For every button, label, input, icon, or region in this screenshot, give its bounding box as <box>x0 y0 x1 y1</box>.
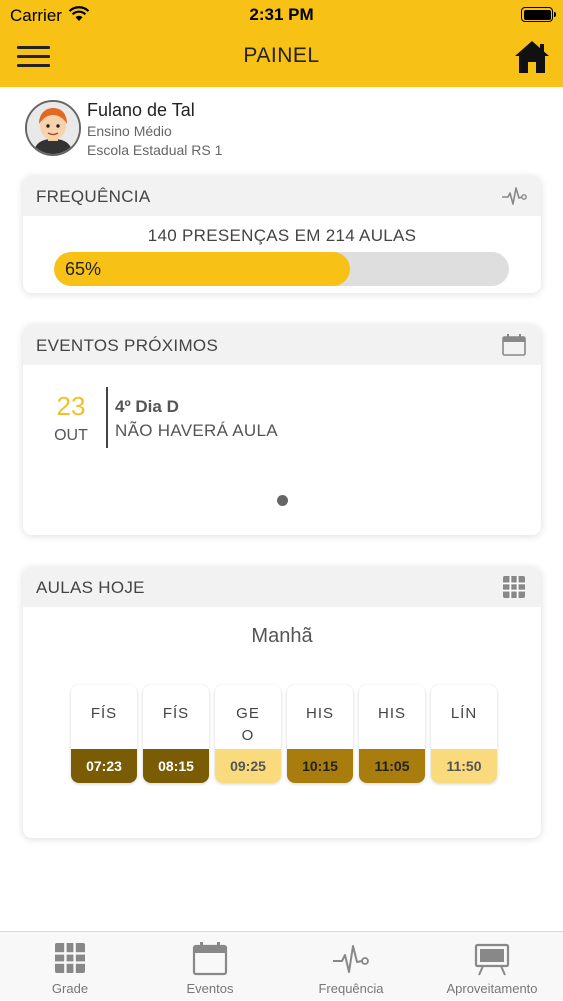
class-subject-line1: HIS <box>377 705 406 722</box>
class-subject: FÍS <box>143 703 209 725</box>
classes-card-title: AULAS HOJE <box>36 578 145 597</box>
user-level: Ensino Médio <box>87 123 172 139</box>
class-card[interactable]: LÍN 11:50 <box>431 685 497 783</box>
class-time: 11:50 <box>431 749 497 783</box>
page-indicator-dot[interactable] <box>277 495 288 506</box>
user-name: Fulano de Tal <box>87 100 195 120</box>
tab-aproveitamento[interactable]: Aproveitamento <box>422 932 562 1001</box>
events-card-title: EVENTOS PRÓXIMOS <box>36 336 219 355</box>
heartbeat-icon <box>502 187 527 205</box>
class-time: 11:05 <box>359 749 425 783</box>
class-card[interactable]: HIS 10:15 <box>287 685 353 783</box>
tab-frequencia[interactable]: Frequência <box>281 932 421 1001</box>
class-time: 09:25 <box>215 749 281 783</box>
class-subject-line1: HIS <box>305 705 334 722</box>
frequency-card-title: FREQUÊNCIA <box>36 187 151 206</box>
status-bar: Carrier 2:31 PM <box>0 0 563 30</box>
classes-today-card[interactable]: AULAS HOJE Manhã FÍS 07:23 FÍS 08:15 GE … <box>23 567 541 838</box>
event-month: OUT <box>54 427 88 444</box>
class-subject-line1: FÍS <box>90 705 118 722</box>
class-subject-line1: FÍS <box>162 705 190 722</box>
class-time: 08:15 <box>143 749 209 783</box>
presentation-board-icon <box>474 943 510 976</box>
tab-grade[interactable]: Grade <box>0 932 140 1001</box>
class-time: 07:23 <box>71 749 137 783</box>
grid-icon <box>503 576 525 598</box>
tab-aproveitamento-label: Aproveitamento <box>446 981 538 996</box>
frequency-progress-bar: 65% <box>54 252 509 286</box>
calendar-icon <box>502 334 526 356</box>
heartbeat-icon <box>333 945 369 973</box>
avatar[interactable] <box>25 100 81 156</box>
calendar-icon <box>192 942 228 976</box>
event-description: NÃO HAVERÁ AULA <box>115 421 278 440</box>
events-card[interactable]: EVENTOS PRÓXIMOS 23 OUT 4º Dia D NÃO HAV… <box>23 325 541 535</box>
classes-card-header: AULAS HOJE <box>23 567 541 607</box>
class-subject-line1: LÍN <box>450 705 478 722</box>
class-card[interactable]: HIS 11:05 <box>359 685 425 783</box>
class-subject-line2: O <box>241 727 255 744</box>
battery-icon <box>521 7 556 22</box>
clock: 2:31 PM <box>249 5 314 24</box>
class-subject: GE O <box>215 703 281 747</box>
event-divider <box>106 387 108 448</box>
grid-icon <box>55 943 85 973</box>
nav-bar: PAINEL <box>0 30 563 87</box>
class-card[interactable]: FÍS 08:15 <box>143 685 209 783</box>
user-profile: Fulano de Tal Ensino Médio Escola Estadu… <box>25 100 545 160</box>
class-time: 10:15 <box>287 749 353 783</box>
class-subject: HIS <box>287 703 353 725</box>
events-card-header: EVENTOS PRÓXIMOS <box>23 325 541 365</box>
user-school: Escola Estadual RS 1 <box>87 142 223 158</box>
tab-eventos-label: Eventos <box>186 981 234 996</box>
class-subject: HIS <box>359 703 425 725</box>
event-day: 23 <box>56 391 86 421</box>
class-subject: LÍN <box>431 703 497 725</box>
tab-grade-label: Grade <box>51 981 89 996</box>
frequency-card-header: FREQUÊNCIA <box>23 176 541 216</box>
event-title: 4º Dia D <box>115 397 179 416</box>
frequency-percent-label: 65% <box>65 259 102 279</box>
shift-label: Manhã <box>251 625 313 647</box>
page-title: PAINEL <box>243 44 320 67</box>
class-subject: FÍS <box>71 703 137 725</box>
classes-row: FÍS 07:23 FÍS 08:15 GE O 09:25 HIS 10:15… <box>71 685 501 785</box>
presence-summary: 140 PRESENÇAS EM 214 AULAS <box>147 226 417 245</box>
tab-eventos[interactable]: Eventos <box>140 932 280 1001</box>
frequency-card[interactable]: FREQUÊNCIA 140 PRESENÇAS EM 214 AULAS 65… <box>23 176 541 293</box>
class-subject-line1: GE <box>236 705 260 722</box>
home-icon[interactable] <box>513 38 551 76</box>
class-card[interactable]: FÍS 07:23 <box>71 685 137 783</box>
tab-frequencia-label: Frequência <box>318 981 384 996</box>
class-card[interactable]: GE O 09:25 <box>215 685 281 783</box>
tab-bar: Grade Eventos Frequência Aproveitamento <box>0 931 563 1000</box>
